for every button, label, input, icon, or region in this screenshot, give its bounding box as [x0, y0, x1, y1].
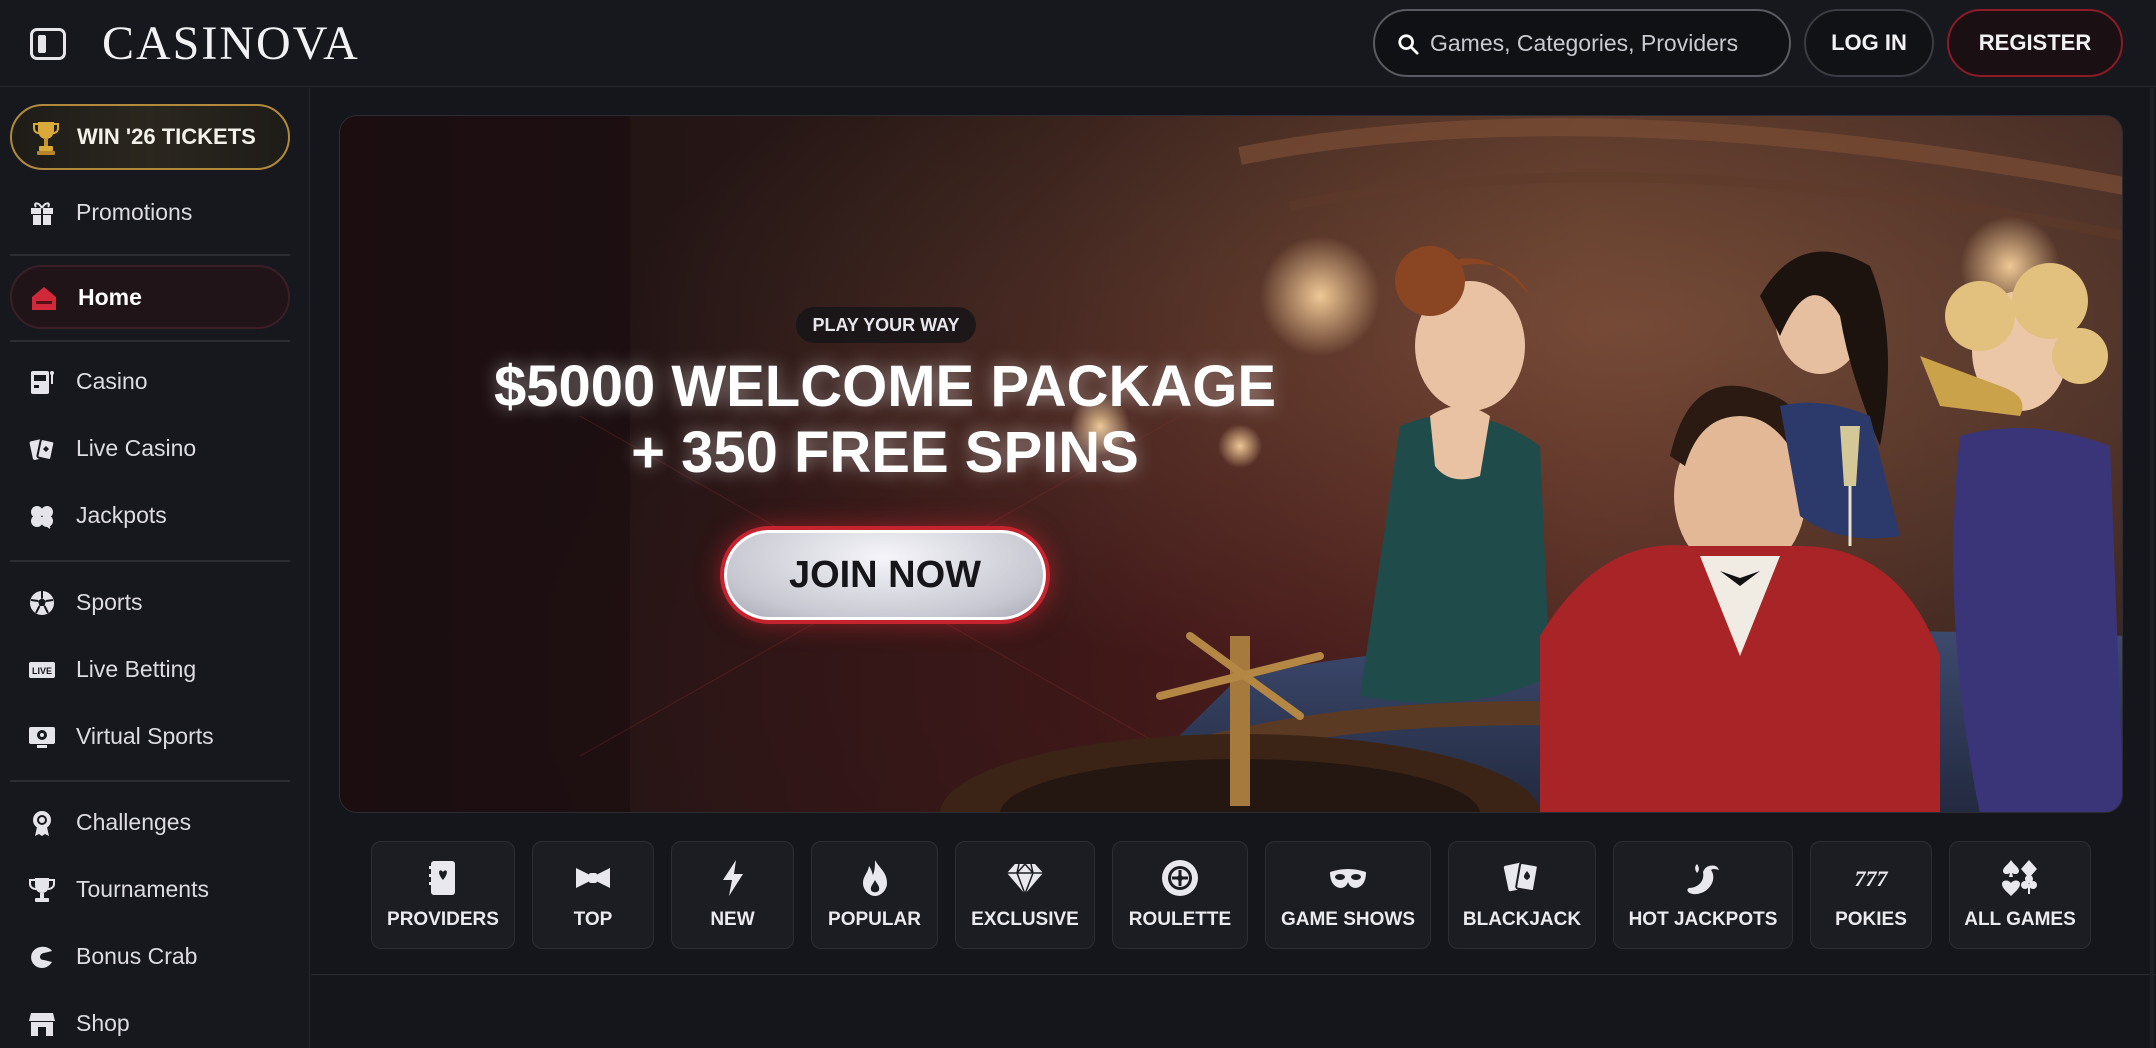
home-icon [32, 287, 56, 310]
chili-icon [1687, 864, 1719, 895]
gift-icon [31, 202, 53, 225]
page-scrollbar[interactable] [2150, 88, 2154, 1048]
sidebar-item-promotions[interactable]: Promotions [10, 183, 290, 241]
sidebar-divider [10, 254, 290, 256]
book-icon [429, 861, 455, 895]
sidebar-item-label: Home [78, 284, 142, 310]
sidebar-item-live-casino[interactable]: Live Casino [10, 419, 290, 477]
category-label: GAME SHOWS [1280, 909, 1416, 930]
sidebar-item-label: Virtual Sports [76, 723, 214, 749]
sidebar-divider [10, 340, 290, 342]
sidebar-toggle-icon[interactable] [30, 28, 66, 60]
sidebar-item-label: Live Casino [76, 435, 197, 461]
category-label: HOT JACKPOTS [1628, 909, 1778, 930]
category-label: EXCLUSIVE [971, 909, 1079, 930]
category-label: POPULAR [828, 909, 921, 930]
trophy-icon [29, 878, 55, 902]
category-all-games[interactable]: ALL GAMES [1949, 841, 2091, 949]
soccer-ball-icon [30, 591, 54, 615]
category-game-shows[interactable]: GAME SHOWS [1265, 841, 1431, 949]
login-button[interactable]: LOG IN [1804, 9, 1934, 77]
category-top[interactable]: TOP [532, 841, 654, 949]
sidebar-item-home[interactable]: Home [10, 265, 290, 329]
sidebar-item-label: Challenges [76, 809, 192, 835]
sidebar-item-challenges[interactable]: Challenges [10, 793, 290, 851]
category-label: NEW [710, 909, 755, 930]
category-providers[interactable]: PROVIDERS [371, 841, 515, 949]
clover-icon [31, 506, 53, 529]
category-label: PROVIDERS [387, 909, 499, 930]
hero-banner[interactable]: PLAY YOUR WAY $5000 WELCOME PACKAGE + 35… [339, 115, 2123, 813]
category-blackjack[interactable]: BLACKJACK [1448, 841, 1596, 949]
sidebar-item-label: Sports [76, 589, 143, 615]
join-now-button[interactable]: JOIN NOW [720, 526, 1050, 624]
sidebar-item-virtual-sports[interactable]: Virtual Sports [10, 707, 290, 765]
category-hot-jackpots[interactable]: HOT JACKPOTS [1613, 841, 1793, 949]
mask-icon [1330, 869, 1366, 888]
hero-title: $5000 WELCOME PACKAGE + 350 FREE SPINS [440, 354, 1330, 486]
category-exclusive[interactable]: EXCLUSIVE [955, 841, 1095, 949]
sidebar-item-shop[interactable]: Shop [10, 994, 290, 1048]
medal-icon [33, 811, 51, 836]
search-bar[interactable] [1373, 9, 1791, 77]
sidebar: WIN '26 TICKETS Promotions Home Casino L… [0, 88, 310, 1048]
suits-icon [2002, 860, 2037, 896]
search-icon [1398, 34, 1419, 55]
category-label: ALL GAMES [1964, 909, 2076, 930]
casinova-logo[interactable]: CASINOVA [102, 16, 360, 72]
virtual-screen-icon [29, 727, 55, 748]
playing-cards-icon [1503, 861, 1539, 893]
win-tickets-label: WIN '26 TICKETS [77, 124, 256, 149]
sidebar-item-label: Bonus Crab [76, 943, 198, 969]
category-roulette[interactable]: ROULETTE [1112, 841, 1248, 949]
hero-title-line1: $5000 WELCOME PACKAGE [493, 354, 1277, 419]
svg-text:777: 777 [1855, 866, 1889, 891]
sidebar-item-label: Shop [76, 1010, 130, 1036]
bowtie-icon [576, 868, 610, 888]
sidebar-divider [10, 780, 290, 782]
sevens-icon: 777 [1855, 866, 1889, 891]
sidebar-item-label: Casino [76, 368, 148, 394]
roulette-icon [1162, 860, 1198, 896]
trophy-icon [33, 122, 59, 155]
sidebar-item-bonus-crab[interactable]: Bonus Crab [10, 927, 290, 985]
category-label: TOP [573, 909, 613, 930]
win-tickets-button[interactable]: WIN '26 TICKETS [10, 104, 290, 170]
category-popular[interactable]: POPULAR [811, 841, 938, 949]
cards-icon [29, 438, 56, 461]
sidebar-item-live-betting[interactable]: LIVE Live Betting [10, 640, 290, 698]
sidebar-item-label: Live Betting [76, 656, 197, 682]
shop-icon [29, 1013, 55, 1036]
top-header: CASINOVA LOG IN REGISTER [0, 0, 2156, 87]
register-button[interactable]: REGISTER [1947, 9, 2123, 77]
sidebar-item-label: Promotions [76, 199, 193, 225]
diamond-icon [1007, 863, 1043, 897]
hero-tagline: PLAY YOUR WAY [796, 307, 976, 343]
search-input[interactable] [1430, 11, 1780, 75]
category-label: ROULETTE [1128, 909, 1232, 930]
category-label: POKIES [1835, 909, 1907, 930]
sidebar-item-label: Tournaments [76, 876, 209, 902]
sidebar-item-casino[interactable]: Casino [10, 352, 290, 410]
category-new[interactable]: NEW [671, 841, 794, 949]
hero-title-line2: + 350 FREE SPINS [631, 420, 1139, 485]
flame-icon [862, 860, 887, 896]
sidebar-item-label: Jackpots [76, 502, 167, 528]
sidebar-divider [10, 560, 290, 562]
svg-text:LIVE: LIVE [32, 666, 52, 676]
slot-machine-icon [31, 371, 54, 394]
category-pokies[interactable]: 777 POKIES [1810, 841, 1932, 949]
crab-claw-icon [31, 946, 52, 968]
live-icon: LIVE [29, 662, 55, 678]
sidebar-item-jackpots[interactable]: Jackpots [10, 486, 290, 544]
lightning-icon [722, 860, 743, 896]
sidebar-item-tournaments[interactable]: Tournaments [10, 860, 290, 918]
category-label: BLACKJACK [1462, 909, 1582, 930]
content-divider [311, 974, 2156, 975]
sidebar-item-sports[interactable]: Sports [10, 573, 290, 631]
